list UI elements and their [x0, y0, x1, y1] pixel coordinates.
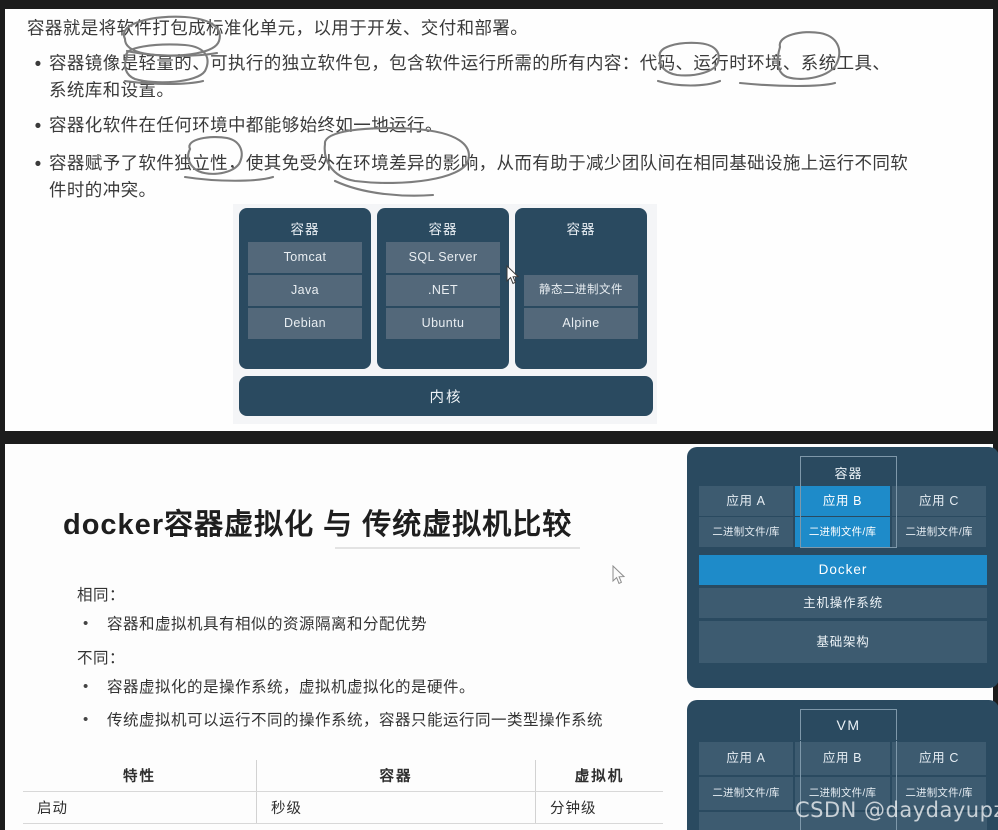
bullet-line: 系统库和设置。: [49, 79, 175, 100]
container-card-title: 容器: [290, 222, 320, 237]
vm-app-row: 应用 A 应用 B 应用 C: [699, 742, 986, 775]
comparison-table: 特性 容器 虚拟机 启动 秒级 分钟级: [23, 760, 663, 824]
top-slide-text: 容器就是将软件打包成标准化单元，以用于开发、交付和部署。 • 容器镜像是轻量的、…: [27, 15, 957, 203]
vm-header: VM: [800, 709, 897, 740]
table-cell: 秒级: [256, 791, 536, 824]
same-heading: 相同：: [77, 587, 126, 604]
list-item-text: 传统虚拟机可以运行不同的操作系统，容器只能运行同一类型操作系统: [107, 712, 604, 729]
intro-line: 容器就是将软件打包成标准化单元，以用于开发、交付和部署。: [27, 18, 529, 38]
container-layer-list: SQL Server .NET Ubuntu: [386, 242, 500, 341]
table-header-row: 特性 容器 虚拟机: [23, 760, 663, 792]
bullet-item: • 容器镜像是轻量的、可执行的独立软件包，包含软件运行所需的所有内容：代码、运行…: [27, 50, 957, 103]
app-cell: 应用 A: [699, 742, 793, 775]
bullet-text: 容器赋予了软件独立性，使其免受外在环境差异的影响，从而有助于减少团队间在相同基础…: [49, 150, 908, 203]
bin-cell-highlighted: 二进制文件/库: [795, 517, 890, 547]
bullet-marker: •: [34, 153, 42, 175]
container-layer: Ubuntu: [386, 308, 500, 339]
list-item: • 传统虚拟机可以运行不同的操作系统，容器只能运行同一类型操作系统: [77, 709, 657, 732]
container-column-group: 容器 Tomcat Java Debian 容器 SQL Server .NET…: [239, 208, 647, 369]
bullet-item: • 容器赋予了软件独立性，使其免受外在环境差异的影响，从而有助于减少团队间在相同…: [27, 150, 957, 203]
app-cell: 应用 C: [892, 742, 986, 775]
container-layer: 静态二进制文件: [524, 275, 638, 306]
list-item: • 容器和虚拟机具有相似的资源隔离和分配优势: [77, 613, 657, 636]
container-card: 容器 静态二进制文件 Alpine: [515, 208, 647, 369]
bullet-marker: •: [83, 677, 89, 695]
csdn-watermark: CSDN @daydayupzzl: [795, 798, 998, 822]
bullet-item: • 容器化软件在任何环境中都能够始终如一地运行。: [27, 112, 957, 141]
container-layer: Tomcat: [248, 242, 362, 273]
diff-heading: 不同：: [77, 649, 126, 667]
list-item: • 容器虚拟化的是操作系统，虚拟机虚拟化的是硬件。: [77, 676, 657, 699]
app-cell: 应用 C: [892, 486, 986, 516]
bullet-marker: •: [34, 54, 42, 76]
page-title: docker容器虚拟化 与 传统虚拟机比较: [63, 509, 573, 541]
bin-cell: 二进制文件/库: [699, 777, 793, 810]
table-header-cell: 虚拟机: [535, 760, 663, 792]
table-row: 启动 秒级 分钟级: [23, 791, 663, 824]
list-item-text: 容器虚拟化的是操作系统，虚拟机虚拟化的是硬件。: [107, 678, 476, 696]
container-card: 容器 Tomcat Java Debian: [239, 208, 371, 369]
app-cell: 应用 B: [795, 742, 890, 775]
docker-bin-row: 二进制文件/库 二进制文件/库 二进制文件/库: [699, 517, 986, 547]
container-layer: SQL Server: [386, 242, 500, 273]
bullet-line: 件时的冲突。: [49, 179, 157, 200]
bullet-marker: •: [83, 615, 89, 633]
container-card: 容器 SQL Server .NET Ubuntu: [377, 208, 509, 369]
docker-container-header: 容器: [800, 456, 897, 487]
bin-cell: 二进制文件/库: [892, 517, 986, 547]
bullet-line: 容器化软件在任何环境中都能够始终如一地运行。: [49, 115, 443, 136]
container-layer-empty: [524, 242, 638, 273]
table-header-cell: 特性: [23, 760, 257, 792]
table-cell: 启动: [23, 791, 257, 824]
container-architecture-diagram: 容器 Tomcat Java Debian 容器 SQL Server .NET…: [233, 204, 657, 424]
slide-divider: [0, 431, 998, 444]
container-layer: Java: [248, 275, 362, 306]
table-cell: 分钟级: [535, 791, 663, 824]
top-slide: 容器就是将软件打包成标准化单元，以用于开发、交付和部署。 • 容器镜像是轻量的、…: [5, 9, 993, 431]
bullet-line: 容器赋予了软件独立性，使其免受外在环境差异的影响，从而有助于减少团队间在相同基础…: [49, 152, 909, 173]
app-cell: 应用 A: [699, 486, 793, 516]
list-item-text: 容器和虚拟机具有相似的资源隔离和分配优势: [107, 616, 428, 634]
container-layer-list: 静态二进制文件 Alpine: [524, 242, 638, 341]
kernel-bar: 内核: [239, 376, 653, 416]
title-underline: [335, 547, 580, 549]
infrastructure-bar: 基础架构: [699, 621, 987, 663]
host-os-bar: 主机操作系统: [699, 588, 987, 618]
bullet-marker: •: [34, 116, 42, 138]
bullet-text: 容器化软件在任何环境中都能够始终如一地运行。: [49, 112, 443, 139]
container-layer-list: Tomcat Java Debian: [248, 242, 362, 341]
bullet-text: 容器镜像是轻量的、可执行的独立软件包，包含软件运行所需的所有内容：代码、运行时环…: [49, 50, 890, 103]
container-layer: .NET: [386, 275, 500, 306]
bullet-marker: •: [83, 711, 89, 728]
docker-engine-bar: Docker: [699, 555, 987, 585]
container-card-title: 容器: [566, 222, 596, 237]
docker-architecture-panel: 容器 应用 A 应用 B 应用 C 二进制文件/库 二进制文件/库 二进制文件/…: [687, 447, 998, 688]
docker-app-row: 应用 A 应用 B 应用 C: [699, 486, 986, 516]
comparison-text: 相同： • 容器和虚拟机具有相似的资源隔离和分配优势 不同： • 容器虚拟化的是…: [77, 584, 657, 742]
app-cell-highlighted: 应用 B: [795, 486, 890, 516]
container-layer: Debian: [248, 308, 362, 339]
bullet-line: 容器镜像是轻量的、可执行的独立软件包，包含软件运行所需的所有内容：代码、运行时环…: [49, 53, 891, 74]
container-card-title: 容器: [428, 222, 458, 237]
table-header-cell: 容器: [256, 760, 536, 792]
screenshot-root: 容器就是将软件打包成标准化单元，以用于开发、交付和部署。 • 容器镜像是轻量的、…: [0, 0, 998, 830]
container-layer: Alpine: [524, 308, 638, 339]
bin-cell: 二进制文件/库: [699, 517, 793, 547]
